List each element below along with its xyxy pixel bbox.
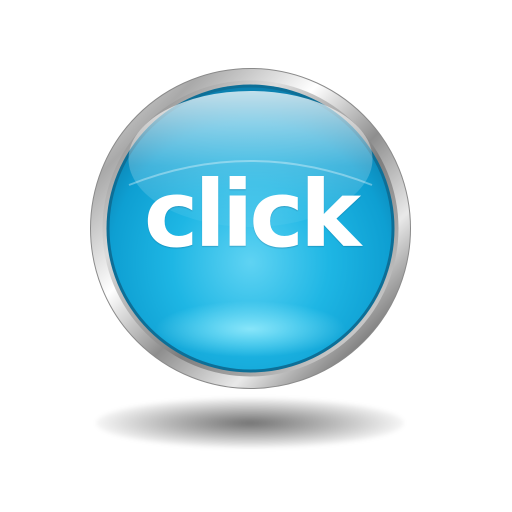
button-shadow xyxy=(96,398,404,448)
canvas: click xyxy=(0,0,512,512)
button-graphic xyxy=(90,68,411,389)
click-button[interactable]: click xyxy=(89,67,412,390)
